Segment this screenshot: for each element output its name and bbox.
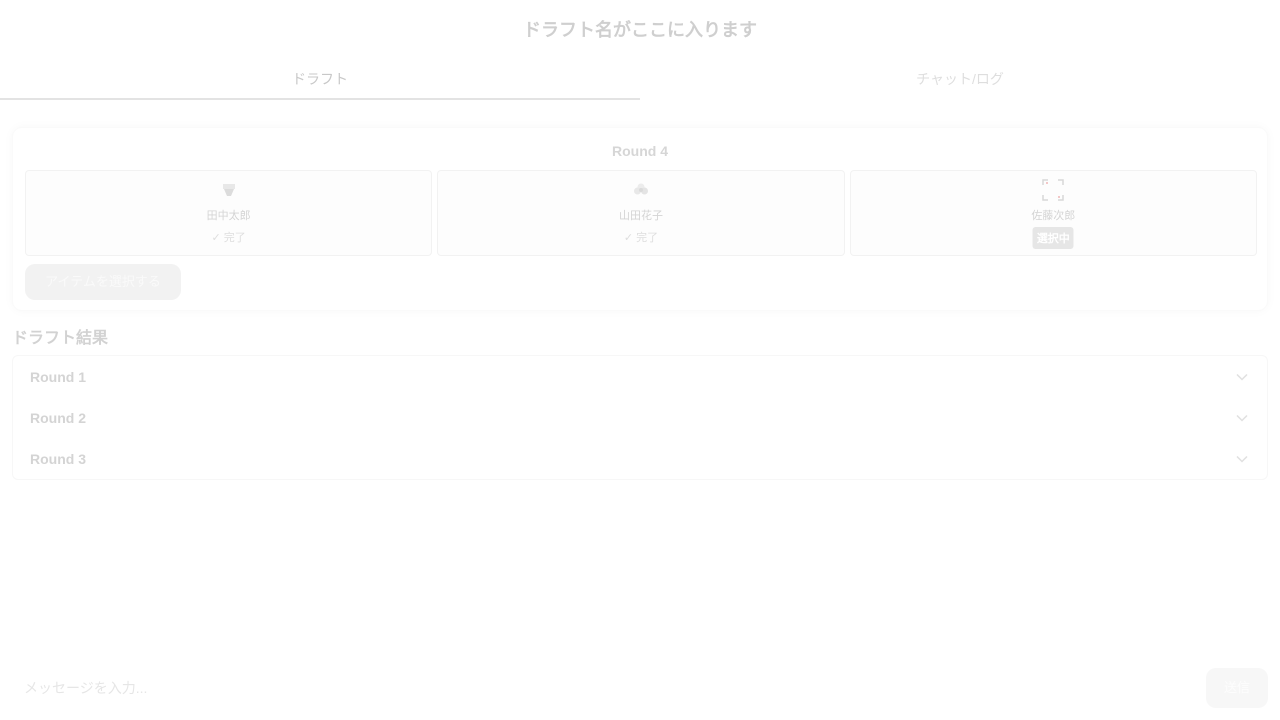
status-selecting-badge: 選択中 (1032, 227, 1074, 249)
player-card: 山田花子 ✓ 完了 (437, 170, 845, 256)
tab-bar: ドラフト チャット/ログ (0, 60, 1280, 100)
player-name: 佐藤次郎 (1031, 210, 1076, 222)
player-card: 田中太郎 ✓ 完了 (25, 170, 433, 256)
round-label: Round 3 (30, 451, 86, 467)
round-label: Round 1 (30, 369, 86, 385)
round-title: Round 4 (612, 143, 668, 159)
round-result-row[interactable]: Round 3 (13, 438, 1267, 479)
flower-icon (630, 179, 652, 201)
player-name: 山田花子 (618, 210, 663, 222)
round-result-row[interactable]: Round 2 (13, 397, 1267, 438)
round-label: Round 2 (30, 410, 86, 426)
current-round-card: Round 4 田中太郎 ✓ 完了 山田花子 ✓ 完了 佐藤次郎 選択中 アイテ… (12, 127, 1268, 311)
chevron-down-icon (1236, 414, 1248, 422)
draft-results-heading: ドラフト結果 (12, 330, 109, 347)
select-item-button[interactable]: アイテムを選択する (25, 264, 181, 300)
chevron-down-icon (1236, 373, 1248, 381)
status-done: ✓ 完了 (211, 232, 246, 244)
page-title: ドラフト名がここに入ります (523, 20, 757, 40)
send-button[interactable]: 送信 (1206, 668, 1268, 708)
player-list: 田中太郎 ✓ 完了 山田花子 ✓ 完了 佐藤次郎 選択中 (25, 170, 1257, 256)
tab-chat-log[interactable]: チャット/ログ (640, 60, 1280, 100)
cake-icon (218, 179, 240, 201)
round-result-row[interactable]: Round 1 (13, 356, 1267, 397)
draft-results-list: Round 1 Round 2 Round 3 (12, 355, 1268, 480)
tab-draft[interactable]: ドラフト (0, 60, 640, 100)
target-icon (1042, 179, 1065, 201)
message-input[interactable] (12, 670, 1198, 706)
status-done: ✓ 完了 (623, 232, 659, 244)
player-name: 田中太郎 (206, 210, 251, 222)
chevron-down-icon (1236, 455, 1248, 463)
player-card: 佐藤次郎 選択中 (849, 170, 1257, 256)
